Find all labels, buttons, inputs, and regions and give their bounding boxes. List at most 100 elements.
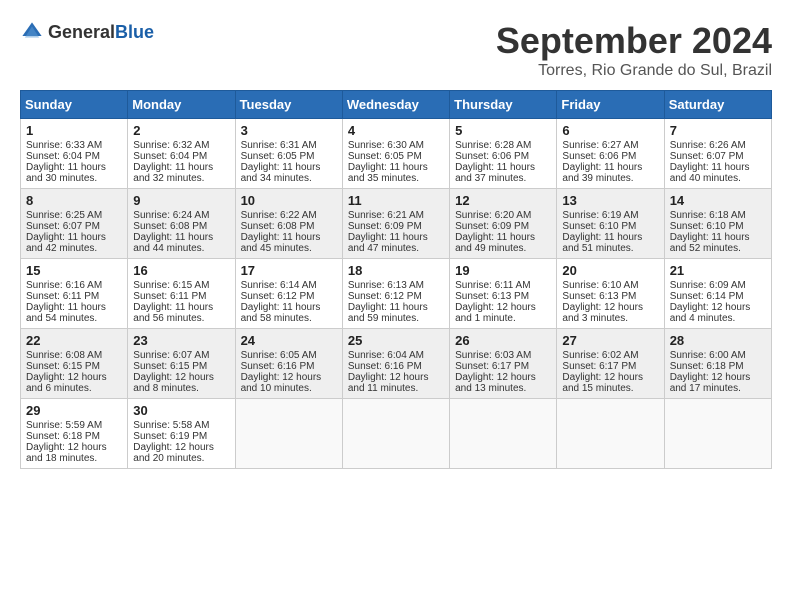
day-number: 10 — [241, 193, 337, 208]
logo-icon — [20, 20, 44, 44]
sunrise-text: Sunrise: 6:22 AM — [241, 210, 317, 221]
calendar-cell: 20Sunrise: 6:10 AMSunset: 6:13 PMDayligh… — [557, 259, 664, 329]
day-number: 1 — [26, 123, 122, 138]
day-number: 17 — [241, 263, 337, 278]
calendar-table: SundayMondayTuesdayWednesdayThursdayFrid… — [20, 90, 772, 469]
calendar-cell: 29Sunrise: 5:59 AMSunset: 6:18 PMDayligh… — [21, 399, 128, 469]
calendar-cell: 30Sunrise: 5:58 AMSunset: 6:19 PMDayligh… — [128, 399, 235, 469]
day-number: 13 — [562, 193, 658, 208]
day-number: 6 — [562, 123, 658, 138]
day-number: 26 — [455, 333, 551, 348]
daylight-text: Daylight: 12 hours and 11 minutes. — [348, 372, 429, 394]
sunset-text: Sunset: 6:16 PM — [348, 361, 422, 372]
daylight-text: Daylight: 11 hours and 39 minutes. — [562, 162, 642, 184]
calendar-cell — [450, 399, 557, 469]
day-number: 11 — [348, 193, 444, 208]
daylight-text: Daylight: 11 hours and 52 minutes. — [670, 232, 750, 254]
daylight-text: Daylight: 11 hours and 45 minutes. — [241, 232, 321, 254]
calendar-cell: 12Sunrise: 6:20 AMSunset: 6:09 PMDayligh… — [450, 189, 557, 259]
calendar-cell: 10 Sunrise: 6:22 AMSunset: 6:08 PMDayligh… — [235, 189, 342, 259]
sunset-text: Sunset: 6:18 PM — [26, 431, 100, 442]
sunrise-text: Sunrise: 6:27 AM — [562, 140, 638, 151]
sunrise-text: Sunrise: 6:19 AM — [562, 210, 638, 221]
calendar-cell: 19Sunrise: 6:11 AMSunset: 6:13 PMDayligh… — [450, 259, 557, 329]
calendar-cell: 27Sunrise: 6:02 AMSunset: 6:17 PMDayligh… — [557, 329, 664, 399]
calendar-cell — [557, 399, 664, 469]
sunset-text: Sunset: 6:13 PM — [562, 291, 636, 302]
sunrise-text: Sunrise: 6:07 AM — [133, 350, 209, 361]
page-header: GeneralBlue September 2024 Torres, Rio G… — [20, 20, 772, 80]
weekday-header-sunday: Sunday — [21, 91, 128, 119]
sunset-text: Sunset: 6:04 PM — [133, 151, 207, 162]
sunset-text: Sunset: 6:13 PM — [455, 291, 529, 302]
day-number: 5 — [455, 123, 551, 138]
calendar-cell: 25 Sunrise: 6:04 AMSunset: 6:16 PMDayligh… — [342, 329, 449, 399]
calendar-cell: 11Sunrise: 6:21 AMSunset: 6:09 PMDayligh… — [342, 189, 449, 259]
daylight-text: Daylight: 12 hours and 20 minutes. — [133, 442, 214, 464]
calendar-week-2: 8Sunrise: 6:25 AMSunset: 6:07 PMDaylight… — [21, 189, 772, 259]
sunset-text: Sunset: 6:12 PM — [348, 291, 422, 302]
sunrise-text: Sunrise: 6:00 AM — [670, 350, 746, 361]
sunset-text: Sunset: 6:15 PM — [26, 361, 100, 372]
daylight-text: Daylight: 11 hours and 30 minutes. — [26, 162, 106, 184]
daylight-text: Daylight: 12 hours and 8 minutes. — [133, 372, 214, 394]
sunset-text: Sunset: 6:05 PM — [348, 151, 422, 162]
sunset-text: Sunset: 6:08 PM — [241, 221, 315, 232]
daylight-text: Daylight: 12 hours and 6 minutes. — [26, 372, 107, 394]
sunset-text: Sunset: 6:05 PM — [241, 151, 315, 162]
title-block: September 2024 Torres, Rio Grande do Sul… — [496, 20, 772, 80]
calendar-cell: 3Sunrise: 6:31 AMSunset: 6:05 PMDaylight… — [235, 119, 342, 189]
calendar-week-3: 15Sunrise: 6:16 AMSunset: 6:11 PMDayligh… — [21, 259, 772, 329]
day-number: 12 — [455, 193, 551, 208]
daylight-text: Daylight: 12 hours and 4 minutes. — [670, 302, 751, 324]
day-number: 20 — [562, 263, 658, 278]
sunset-text: Sunset: 6:17 PM — [562, 361, 636, 372]
sunset-text: Sunset: 6:15 PM — [133, 361, 207, 372]
calendar-cell: 23Sunrise: 6:07 AMSunset: 6:15 PMDayligh… — [128, 329, 235, 399]
daylight-text: Daylight: 11 hours and 58 minutes. — [241, 302, 321, 324]
sunset-text: Sunset: 6:19 PM — [133, 431, 207, 442]
calendar-cell: 21 Sunrise: 6:09 AMSunset: 6:14 PMDayligh… — [664, 259, 771, 329]
sunrise-text: Sunrise: 6:08 AM — [26, 350, 102, 361]
calendar-cell: 28Sunrise: 6:00 AMSunset: 6:18 PMDayligh… — [664, 329, 771, 399]
daylight-text: Daylight: 11 hours and 40 minutes. — [670, 162, 750, 184]
sunrise-text: Sunrise: 6:05 AM — [241, 350, 317, 361]
calendar-cell — [664, 399, 771, 469]
day-number: 28 — [670, 333, 766, 348]
sunrise-text: Sunrise: 5:59 AM — [26, 420, 102, 431]
sunset-text: Sunset: 6:14 PM — [670, 291, 744, 302]
sunset-text: Sunset: 6:07 PM — [670, 151, 744, 162]
sunrise-text: Sunrise: 6:14 AM — [241, 280, 317, 291]
day-number: 4 — [348, 123, 444, 138]
daylight-text: Daylight: 11 hours and 54 minutes. — [26, 302, 106, 324]
logo: GeneralBlue — [20, 20, 154, 44]
day-number: 25 — [348, 333, 444, 348]
sunrise-text: Sunrise: 6:10 AM — [562, 280, 638, 291]
calendar-cell — [342, 399, 449, 469]
day-number: 21 — [670, 263, 766, 278]
weekday-header-monday: Monday — [128, 91, 235, 119]
sunset-text: Sunset: 6:09 PM — [348, 221, 422, 232]
calendar-cell: 4Sunrise: 6:30 AMSunset: 6:05 PMDaylight… — [342, 119, 449, 189]
weekday-header-friday: Friday — [557, 91, 664, 119]
day-number: 8 — [26, 193, 122, 208]
daylight-text: Daylight: 11 hours and 51 minutes. — [562, 232, 642, 254]
calendar-cell: 24Sunrise: 6:05 AMSunset: 6:16 PMDayligh… — [235, 329, 342, 399]
sunset-text: Sunset: 6:07 PM — [26, 221, 100, 232]
daylight-text: Daylight: 11 hours and 47 minutes. — [348, 232, 428, 254]
sunrise-text: Sunrise: 6:20 AM — [455, 210, 531, 221]
day-number: 24 — [241, 333, 337, 348]
daylight-text: Daylight: 11 hours and 56 minutes. — [133, 302, 213, 324]
day-number: 3 — [241, 123, 337, 138]
calendar-cell: 16Sunrise: 6:15 AMSunset: 6:11 PMDayligh… — [128, 259, 235, 329]
sunset-text: Sunset: 6:06 PM — [562, 151, 636, 162]
sunset-text: Sunset: 6:16 PM — [241, 361, 315, 372]
sunset-text: Sunset: 6:17 PM — [455, 361, 529, 372]
sunrise-text: Sunrise: 6:33 AM — [26, 140, 102, 151]
sunrise-text: Sunrise: 6:04 AM — [348, 350, 424, 361]
sunrise-text: Sunrise: 6:09 AM — [670, 280, 746, 291]
sunrise-text: Sunrise: 5:58 AM — [133, 420, 209, 431]
sunset-text: Sunset: 6:08 PM — [133, 221, 207, 232]
calendar-cell — [235, 399, 342, 469]
calendar-cell: 14Sunrise: 6:18 AMSunset: 6:10 PMDayligh… — [664, 189, 771, 259]
